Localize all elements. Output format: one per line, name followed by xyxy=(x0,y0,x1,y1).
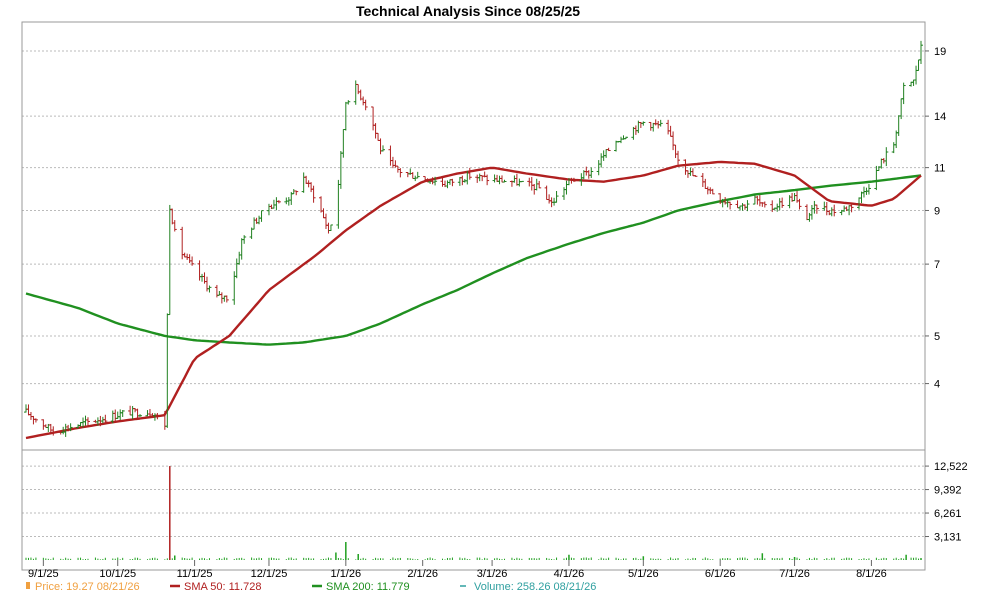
x-tick-label: 10/1/25 xyxy=(99,568,136,580)
legend-label: Price: 19.27 08/21/26 xyxy=(35,581,140,593)
y-tick-label: 14 xyxy=(934,111,946,123)
sma50-layer xyxy=(25,160,922,440)
technical-analysis-chart: Technical Analysis Since 08/25/25 4 5 7 9 11… xyxy=(21,3,968,593)
y-tick-label: 5 xyxy=(934,331,940,343)
y-tick-label: 9 xyxy=(934,205,940,217)
legend: Price: 19.27 08/21/26 SMA 50: 11.728 SMA 2… xyxy=(26,581,596,593)
legend-item-sma200: SMA 200: 11.779 xyxy=(312,581,410,593)
x-tick-label: 1/1/26 xyxy=(331,568,362,580)
volume-tick-label: 9,392 xyxy=(934,485,962,497)
chart-title: Technical Analysis Since 08/25/25 xyxy=(356,3,580,19)
x-tick-label: 12/1/25 xyxy=(251,568,288,580)
legend-item-price: Price: 19.27 08/21/26 xyxy=(26,581,140,593)
legend-label: Volume: 258.26 08/21/26 xyxy=(474,581,596,593)
plot-frame xyxy=(21,21,926,571)
sma50-line xyxy=(25,160,922,440)
x-tick-label: 11/1/25 xyxy=(177,568,213,580)
y-tick-label: 19 xyxy=(934,46,946,58)
legend-label: SMA 200: 11.779 xyxy=(326,581,410,593)
x-tick-label: 4/1/26 xyxy=(554,568,585,580)
x-tick-label: 7/1/26 xyxy=(779,568,810,580)
legend-item-volume: Volume: 258.26 08/21/26 xyxy=(460,581,596,593)
legend-label: SMA 50: 11.728 xyxy=(184,581,261,593)
x-tick-label: 3/1/26 xyxy=(477,568,508,580)
chart-container: Technical Analysis Since 08/25/25 4 5 7 9 11… xyxy=(0,0,1000,600)
volume-tick-label: 6,261 xyxy=(934,508,962,520)
y-tick-label: 11 xyxy=(934,163,945,175)
price-layer xyxy=(24,40,923,437)
axis-layer: 4 5 7 9 11 14 19 3,131 6,261 9,392 12,522 9/1/25 10/… xyxy=(21,21,968,580)
sma200-line xyxy=(25,174,922,346)
y-tick-label: 7 xyxy=(934,259,940,271)
grid-layer xyxy=(22,50,925,538)
x-tick-label: 8/1/26 xyxy=(856,568,887,580)
x-tick-label: 6/1/26 xyxy=(705,568,736,580)
x-tick-label: 5/1/26 xyxy=(628,568,659,580)
x-tick-label: 2/1/26 xyxy=(407,568,438,580)
x-tick-label: 9/1/25 xyxy=(28,568,59,580)
legend-item-sma50: SMA 50: 11.728 xyxy=(170,581,261,593)
legend-swatch xyxy=(26,582,30,589)
volume-tick-label: 12,522 xyxy=(934,461,968,473)
volume-tick-label: 3,131 xyxy=(934,532,962,544)
sma200-layer xyxy=(25,174,922,346)
y-tick-label: 4 xyxy=(934,379,940,391)
